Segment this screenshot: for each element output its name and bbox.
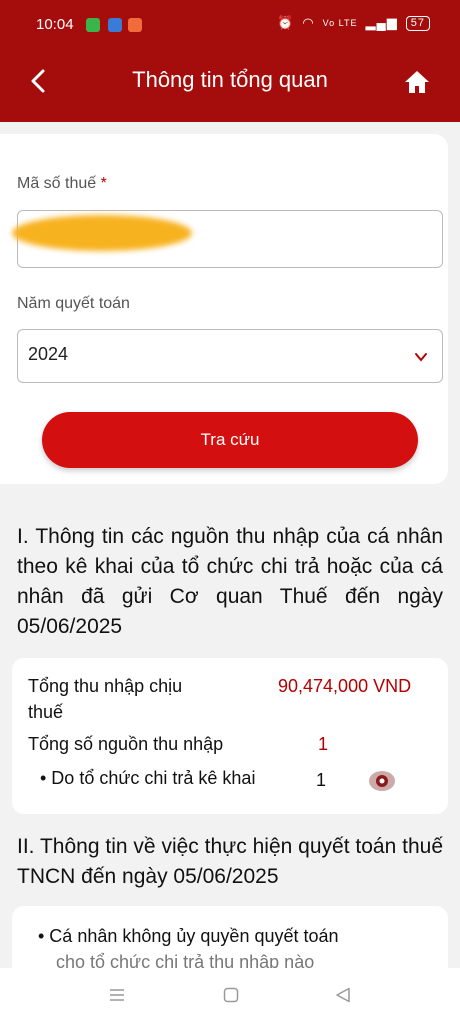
settlement-item-line1: • Cá nhân không ủy quyền quyết toán <box>38 926 339 946</box>
search-form-card: Mã số thuế * Năm quyết toán 2024 Tra cứu <box>0 134 448 484</box>
home-nav-icon[interactable] <box>222 986 240 1004</box>
home-icon[interactable] <box>404 69 430 95</box>
section-2-heading: II. Thông tin về việc thực hiện quyết to… <box>17 835 443 888</box>
status-bar: 10:04 ⏰ ◠ Vo LTE ▂▄▆ 57 <box>0 0 460 50</box>
battery-icon: 57 <box>405 15 430 31</box>
year-select[interactable]: 2024 <box>17 329 443 383</box>
year-label: Năm quyết toán <box>17 295 130 312</box>
eye-icon[interactable] <box>368 770 396 792</box>
search-button[interactable]: Tra cứu <box>42 412 418 468</box>
system-navigation-bar <box>0 968 460 1024</box>
notification-icon <box>108 18 122 32</box>
recent-apps-icon[interactable] <box>108 986 126 1004</box>
settlement-item-line2: cho tổ chức chi trả thu nhập nào <box>56 952 315 968</box>
volte-label: Vo LTE <box>322 18 358 28</box>
total-income-label-line1: Tổng thu nhập chịu <box>28 676 183 696</box>
org-declared-value: 1 <box>316 770 327 790</box>
wifi-icon: ◠ <box>302 15 315 30</box>
total-income-label-line2: thuế <box>28 702 64 722</box>
notification-icon <box>86 18 100 32</box>
tax-code-label-text: Mã số thuế <box>17 175 97 192</box>
tax-code-label: Mã số thuế * <box>17 175 107 193</box>
navigation-bar: Thông tin tổng quan <box>0 50 460 112</box>
alarm-icon: ⏰ <box>277 15 295 30</box>
tax-code-input[interactable] <box>12 210 443 268</box>
settlement-info-card: • Cá nhân không ủy quyền quyết toán cho … <box>12 906 448 968</box>
redaction-smudge <box>12 215 192 251</box>
back-nav-icon[interactable] <box>334 986 352 1004</box>
org-declared-label: • Do tổ chức chi trả kê khai <box>40 768 256 788</box>
app-header-background: 10:04 ⏰ ◠ Vo LTE ▂▄▆ 57 Thông tin tổng q… <box>0 0 460 122</box>
required-mark: * <box>100 175 107 192</box>
signal-icon: ▂▄▆ <box>365 15 398 30</box>
status-icons: ⏰ ◠ Vo LTE ▂▄▆ 57 <box>277 15 430 31</box>
year-select-value: 2024 <box>28 344 69 364</box>
income-sources-label: Tổng số nguồn thu nhập <box>28 734 224 754</box>
total-income-value: 90,474,000 VND <box>278 676 412 696</box>
status-time: 10:04 <box>36 16 74 33</box>
section-1-heading: I. Thông tin các nguồn thu nhập của cá n… <box>17 525 443 638</box>
income-sources-value: 1 <box>318 734 329 754</box>
page-title: Thông tin tổng quan <box>132 67 328 92</box>
income-summary-card: Tổng thu nhập chịu thuế 90,474,000 VND T… <box>12 658 448 814</box>
chevron-down-icon <box>415 353 427 362</box>
notification-icon <box>128 18 142 32</box>
